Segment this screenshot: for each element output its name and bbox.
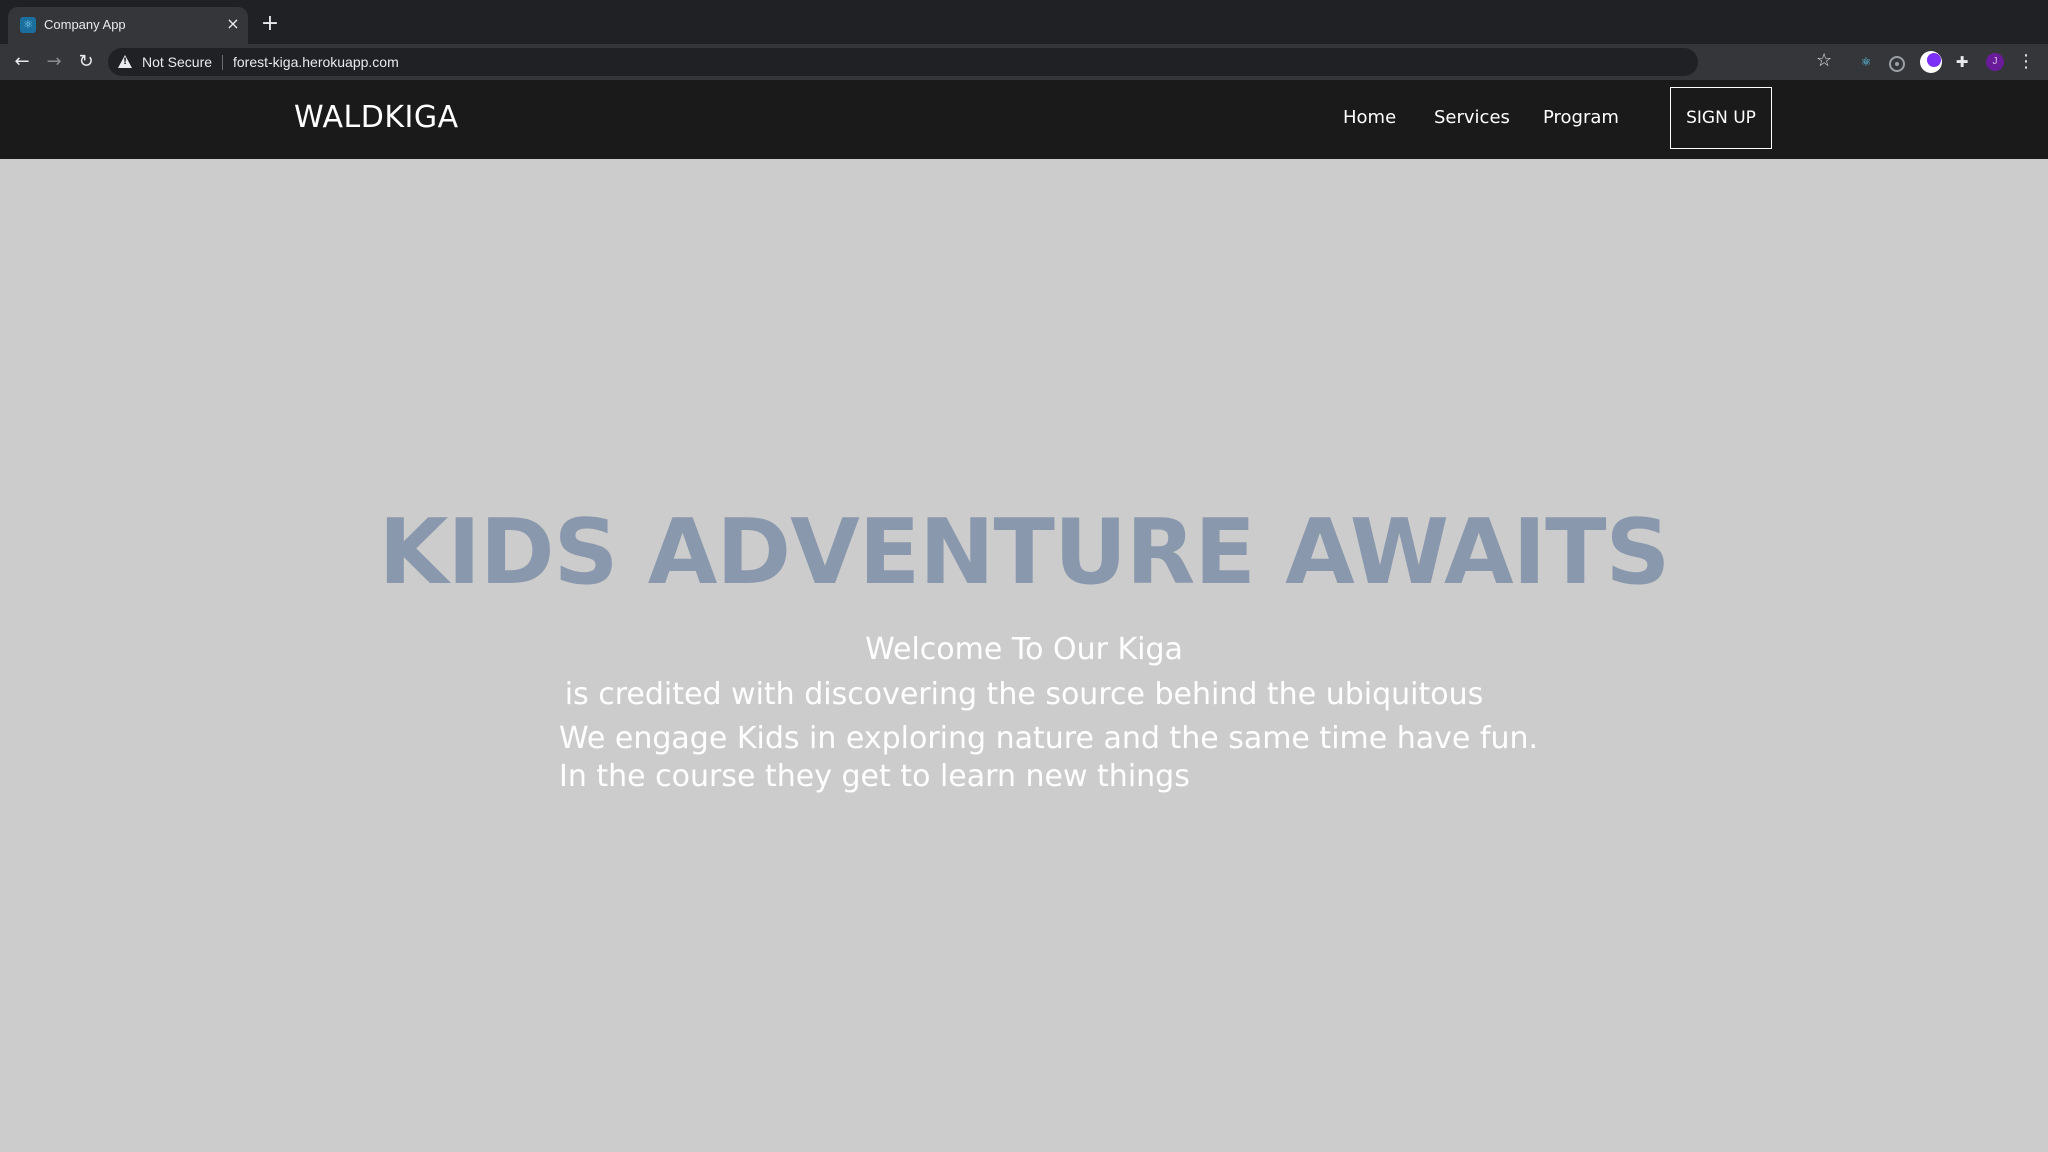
profile-avatar[interactable]: J (1986, 53, 2004, 71)
nav-program-link[interactable]: Program (1543, 107, 1619, 128)
close-tab-icon[interactable]: × (224, 15, 242, 33)
hero-paragraph-line: In the course they get to learn new thin… (559, 759, 1190, 794)
hero-title: KIDS ADVENTURE AWAITS (378, 500, 1671, 605)
site-navbar: WALDKIGA Home Services Program SIGN UP (0, 80, 2048, 159)
browser-menu-icon[interactable]: ⋮ (2016, 50, 2036, 74)
url-text[interactable]: forest-kiga.herokuapp.com (233, 54, 399, 70)
hero-paragraph-line: We engage Kids in exploring nature and t… (559, 721, 1539, 756)
tab-title: Company App (44, 17, 126, 32)
sign-up-button[interactable]: SIGN UP (1670, 87, 1772, 149)
new-tab-button[interactable]: + (258, 12, 282, 36)
browser-tab-strip: ⚛ Company App × + (0, 0, 2048, 44)
forward-button[interactable]: → (42, 50, 66, 74)
address-bar[interactable]: Not Secure forest-kiga.herokuapp.com (108, 48, 1698, 76)
dark-mode-extension-icon[interactable] (1920, 51, 1942, 73)
browser-toolbar: ← → ↻ Not Secure forest-kiga.herokuapp.c… (0, 44, 2048, 80)
omnibox-divider (222, 55, 223, 70)
hero-subtitle: is credited with discovering the source … (564, 677, 1484, 712)
bookmark-star-icon[interactable]: ☆ (1816, 49, 1832, 73)
back-button[interactable]: ← (10, 50, 34, 74)
extension-target-icon[interactable] (1889, 56, 1905, 72)
warning-icon (118, 55, 132, 68)
react-favicon-icon: ⚛ (20, 17, 36, 33)
hero-paragraph: We engage Kids in exploring nature and t… (559, 720, 1559, 796)
extensions-puzzle-icon[interactable]: ✚ (1953, 53, 1971, 71)
nav-services-link[interactable]: Services (1434, 107, 1510, 128)
hero-welcome: Welcome To Our Kiga (865, 632, 1183, 667)
react-devtools-icon[interactable]: ⚛ (1857, 53, 1875, 71)
site-logo[interactable]: WALDKIGA (294, 100, 459, 135)
security-label[interactable]: Not Secure (142, 54, 212, 70)
nav-home-link[interactable]: Home (1343, 107, 1396, 128)
browser-tab[interactable]: ⚛ Company App × (8, 7, 248, 44)
reload-button[interactable]: ↻ (74, 50, 98, 74)
